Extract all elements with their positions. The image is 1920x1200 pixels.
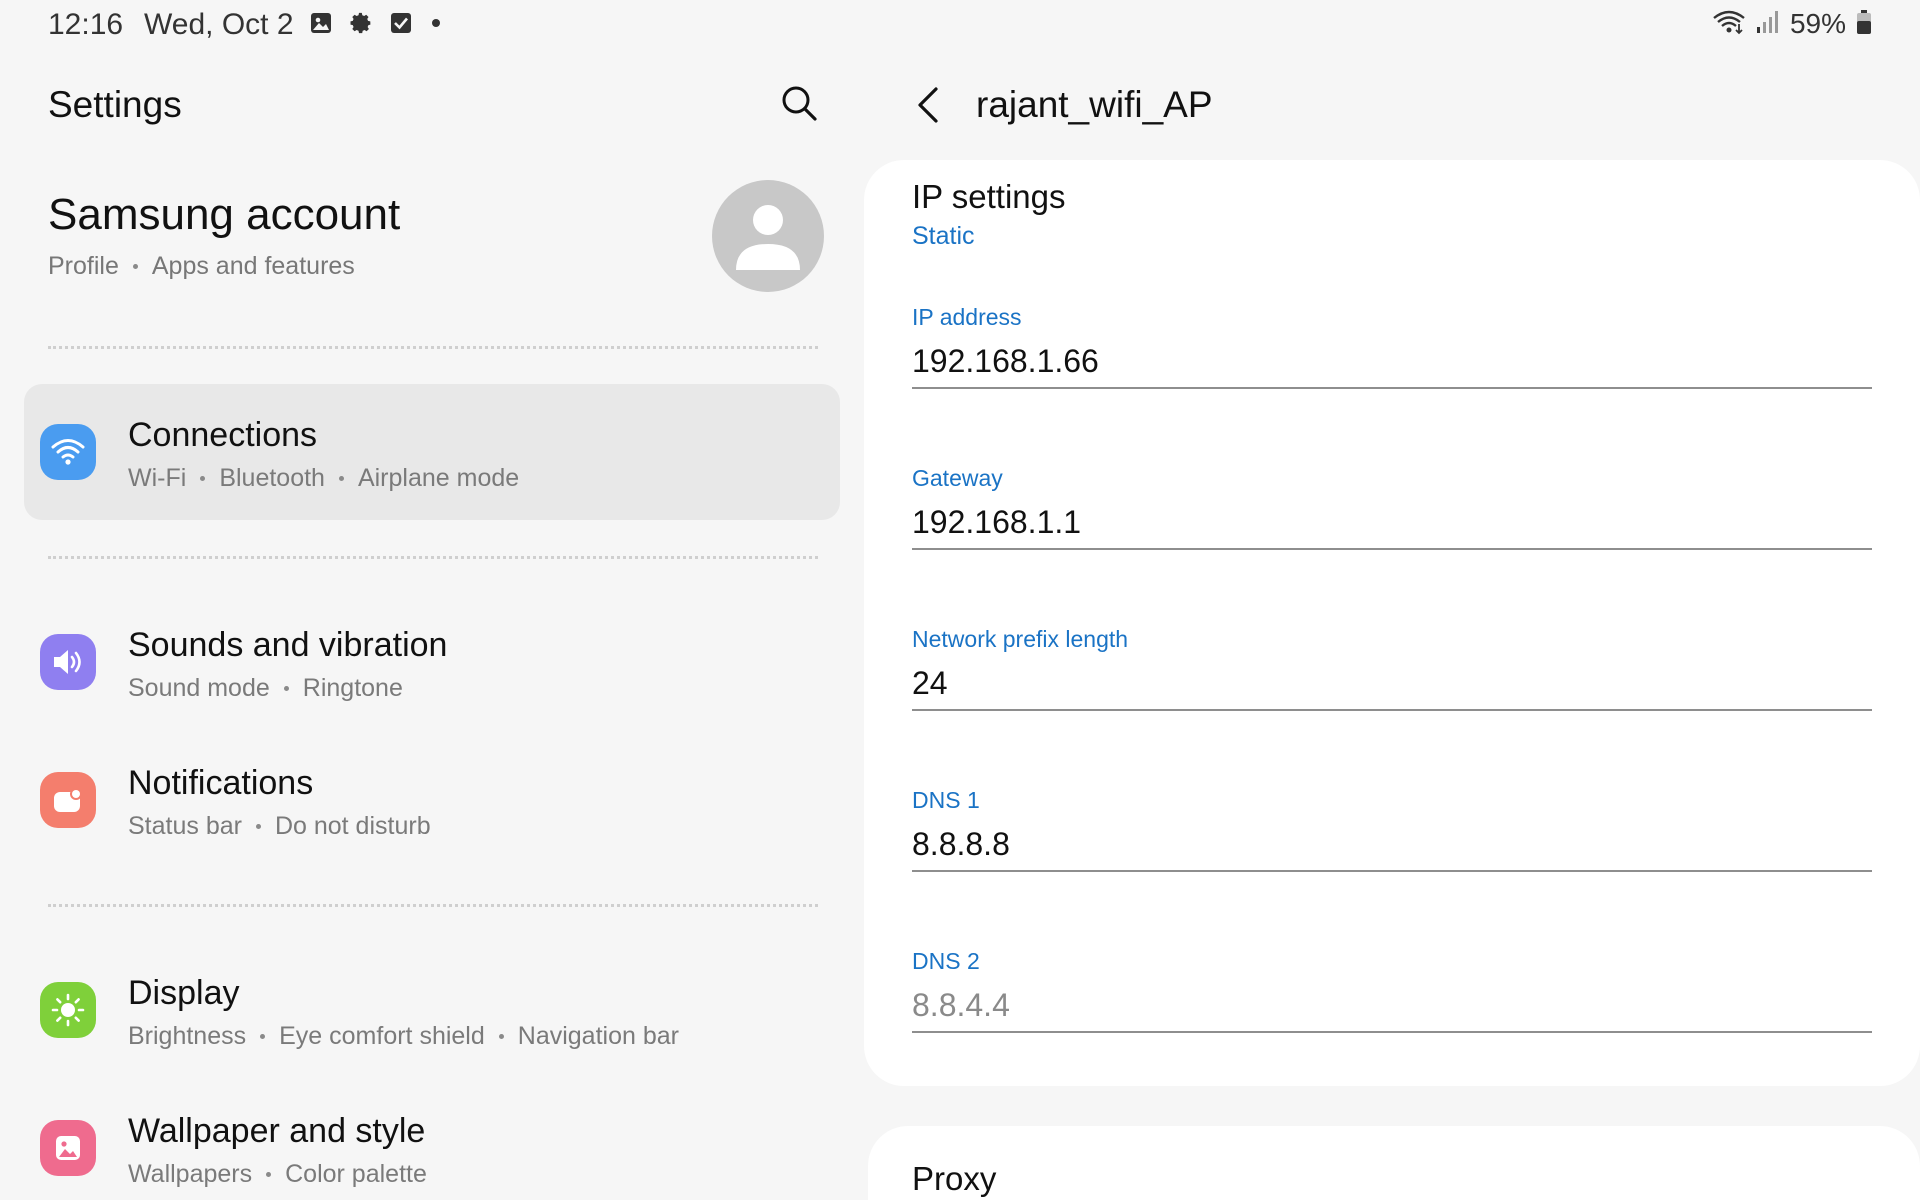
menu-item-title: Connections <box>128 416 318 454</box>
menu-item-subtitle: Brightness Eye comfort shield Navigation… <box>128 1022 679 1051</box>
separator-dot <box>283 686 289 691</box>
separator-dot <box>498 1034 504 1039</box>
prefix-length-field: Network prefix length 24 <box>912 626 1872 726</box>
separator-dot <box>255 824 261 829</box>
battery-percent: 59% <box>1789 8 1846 39</box>
divider <box>48 346 818 349</box>
menu-item-subtitle: Wi-Fi Bluetooth Airplane mode <box>128 464 519 493</box>
speaker-icon <box>40 634 96 690</box>
menu-item-connections[interactable]: Connections Wi-Fi Bluetooth Airplane mod… <box>24 384 840 520</box>
search-button[interactable] <box>776 80 822 126</box>
separator-dot <box>266 1172 272 1177</box>
ip-settings-value: Static <box>912 222 975 250</box>
sun-icon <box>40 982 96 1038</box>
prefix-length-input[interactable]: 24 <box>912 663 1872 711</box>
status-time: 12:16 <box>48 8 124 41</box>
field-label: Network prefix length <box>912 626 1129 652</box>
sub-label: Wi-Fi <box>128 464 187 492</box>
dns2-input[interactable]: 8.8.4.4 <box>912 985 1872 1033</box>
checkbox-icon <box>388 10 414 36</box>
status-system-icons: 59% <box>1712 8 1872 40</box>
menu-item-title: Notifications <box>128 764 314 802</box>
avatar[interactable] <box>712 180 824 292</box>
settings-title: Settings <box>48 84 182 125</box>
dns1-input[interactable]: 8.8.8.8 <box>912 824 1872 872</box>
menu-item-sounds[interactable]: Sounds and vibration Sound mode Ringtone <box>24 594 840 730</box>
sub-label: Bluetooth <box>219 464 325 492</box>
wallpaper-icon <box>40 1120 96 1176</box>
back-button[interactable] <box>908 82 948 128</box>
menu-item-subtitle: Sound mode Ringtone <box>128 674 403 703</box>
sub-label: Wallpapers <box>128 1160 253 1188</box>
menu-item-title: Display <box>128 974 240 1012</box>
separator-dot <box>132 264 138 269</box>
search-icon <box>782 86 817 121</box>
menu-item-notifications[interactable]: Notifications Status bar Do not disturb <box>24 732 840 868</box>
image-icon <box>308 10 334 36</box>
wifi-icon <box>1712 9 1746 40</box>
sub-label: Status bar <box>128 812 242 840</box>
status-bar: 12:16 Wed, Oct 2 59% <box>0 0 1920 48</box>
dns2-field: DNS 2 8.8.4.4 <box>912 948 1872 1048</box>
status-date: Wed, Oct 2 <box>144 8 294 41</box>
field-label: Gateway <box>912 465 1003 491</box>
menu-item-subtitle: Wallpapers Color palette <box>128 1160 427 1189</box>
divider <box>48 556 818 559</box>
separator-dot <box>200 476 206 481</box>
menu-item-title: Wallpaper and style <box>128 1112 426 1150</box>
account-title: Samsung account <box>48 190 401 239</box>
ip-address-field: IP address 192.168.1.66 <box>912 304 1872 404</box>
status-notification-icons <box>308 10 440 36</box>
battery-icon <box>1856 9 1872 40</box>
ip-settings-label: IP settings <box>912 178 1066 215</box>
network-title: rajant_wifi_AP <box>976 84 1213 125</box>
gateway-field: Gateway 192.168.1.1 <box>912 465 1872 565</box>
notification-icon <box>40 772 96 828</box>
chevron-left-icon <box>918 87 938 123</box>
dns1-field: DNS 1 8.8.8.8 <box>912 787 1872 887</box>
wifi-icon <box>40 424 96 480</box>
divider <box>48 904 818 907</box>
account-subtitle: Profile Apps and features <box>48 252 828 281</box>
field-label: DNS 2 <box>912 948 980 974</box>
menu-item-display[interactable]: Display Brightness Eye comfort shield Na… <box>24 942 840 1078</box>
sub-label: Eye comfort shield <box>279 1022 485 1050</box>
menu-item-wallpaper[interactable]: Wallpaper and style Wallpapers Color pal… <box>24 1080 840 1200</box>
samsung-account[interactable]: Samsung account Profile Apps and feature… <box>48 190 828 300</box>
separator-dot <box>338 476 344 481</box>
person-icon <box>736 205 800 270</box>
sub-label: Do not disturb <box>274 812 431 840</box>
menu-item-subtitle: Status bar Do not disturb <box>128 812 431 841</box>
separator-dot <box>260 1034 266 1039</box>
sub-label: Color palette <box>285 1160 427 1188</box>
field-label: DNS 1 <box>912 787 980 813</box>
proxy-label: Proxy <box>912 1160 997 1197</box>
sub-label: Navigation bar <box>517 1022 679 1050</box>
gear-icon <box>348 10 374 36</box>
sub-label: Brightness <box>128 1022 247 1050</box>
sub-label: Sound mode <box>128 674 270 702</box>
proxy-card[interactable] <box>868 1126 1920 1200</box>
ip-address-input[interactable]: 192.168.1.66 <box>912 341 1872 389</box>
account-sub-profile: Profile <box>48 252 119 280</box>
gateway-input[interactable]: 192.168.1.1 <box>912 502 1872 550</box>
dot-icon <box>432 19 440 27</box>
account-sub-apps: Apps and features <box>151 252 355 280</box>
sub-label: Ringtone <box>302 674 403 702</box>
sub-label: Airplane mode <box>357 464 520 492</box>
menu-item-title: Sounds and vibration <box>128 626 448 664</box>
field-label: IP address <box>912 304 1022 330</box>
signal-icon <box>1756 9 1780 40</box>
